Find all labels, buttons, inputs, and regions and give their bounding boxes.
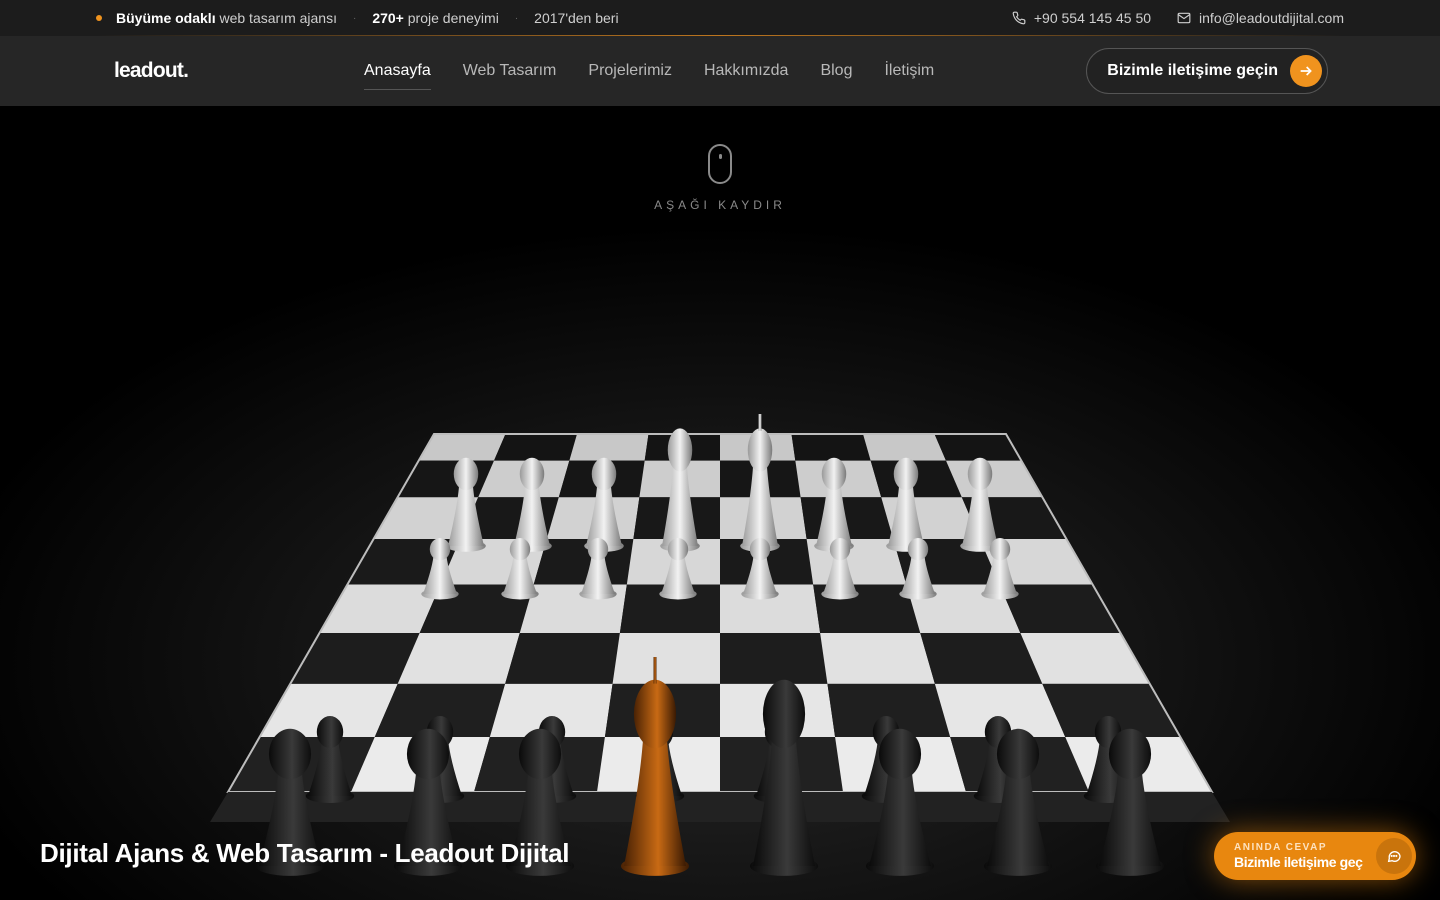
chess-board-image <box>0 106 1440 900</box>
nav-item-anasayfa[interactable]: Anasayfa <box>364 56 431 90</box>
board-square <box>505 632 620 684</box>
chat-bubble-icon <box>1376 838 1412 874</box>
arrow-right-icon <box>1290 55 1322 87</box>
logo[interactable]: leadout. <box>114 59 254 83</box>
board-square <box>720 632 828 684</box>
board-square <box>863 434 946 461</box>
accent-dot <box>96 15 102 21</box>
hero-section: AŞAĞI KAYDIR Dijital Ajans & Web Tasarım… <box>0 106 1440 900</box>
projects-count: 270+ proje deneyimi <box>372 10 499 26</box>
nav-item-projelerimiz[interactable]: Projelerimiz <box>588 56 672 86</box>
scroll-down-hint[interactable]: AŞAĞI KAYDIR <box>0 144 1440 212</box>
nav-item-hakkimizda[interactable]: Hakkımızda <box>704 56 788 86</box>
phone-icon <box>1012 11 1026 25</box>
nav-item-web-tasarim[interactable]: Web Tasarım <box>463 56 557 86</box>
contact-cta-button[interactable]: Bizimle iletişime geçin <box>1086 48 1328 94</box>
main-nav: leadout. Anasayfa Web Tasarım Projelerim… <box>0 36 1440 106</box>
mail-icon <box>1177 12 1191 24</box>
tagline: Büyüme odaklı web tasarım ajansı <box>116 10 337 26</box>
since-label: 2017'den beri <box>534 10 619 26</box>
phone-link[interactable]: +90 554 145 45 50 <box>1012 10 1151 26</box>
nav-menu: Anasayfa Web Tasarım Projelerimiz Hakkım… <box>364 56 934 90</box>
email-link[interactable]: info@leadoutdijital.com <box>1177 10 1344 26</box>
page-title: Dijital Ajans & Web Tasarım - Leadout Di… <box>40 838 570 868</box>
nav-item-iletisim[interactable]: İletişim <box>884 56 934 86</box>
board-square <box>791 434 871 461</box>
board-square <box>494 434 577 461</box>
mouse-icon <box>708 144 732 184</box>
top-bar: Büyüme odaklı web tasarım ajansı · 270+ … <box>0 0 1440 36</box>
board-square <box>612 632 720 684</box>
topbar-info: Büyüme odaklı web tasarım ajansı · 270+ … <box>96 10 619 26</box>
board-square <box>569 434 649 461</box>
board-square <box>820 632 935 684</box>
chat-widget-button[interactable]: ANINDA CEVAP Bizimle iletişime geç <box>1214 832 1416 880</box>
nav-item-blog[interactable]: Blog <box>820 56 852 86</box>
